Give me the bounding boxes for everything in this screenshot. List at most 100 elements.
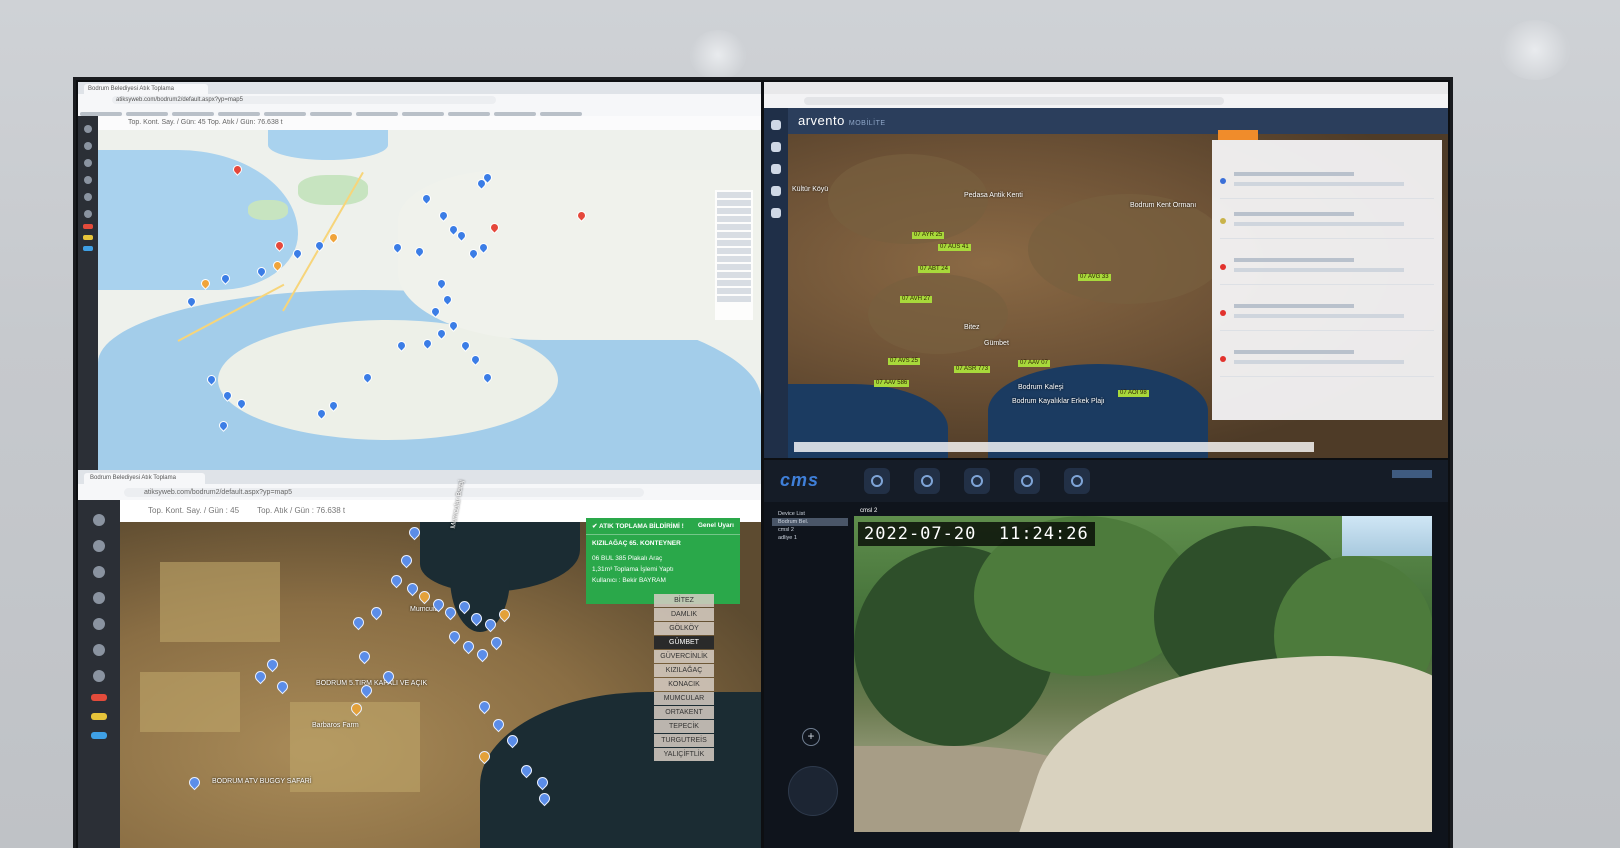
container-marker[interactable]: [254, 670, 267, 683]
street-map[interactable]: [98, 130, 761, 470]
status-blue-icon[interactable]: [91, 732, 107, 739]
notification-user: Kullanıcı : Bekir BAYRAM: [592, 577, 666, 584]
list-item[interactable]: [1220, 166, 1434, 199]
menu-icon[interactable]: [771, 120, 781, 130]
vehicle-marker[interactable]: 07 AVH 27: [900, 296, 933, 303]
stats-bar: Top. Kont. Say. / Gün: 45 Top. Atık / Gü…: [98, 116, 761, 130]
container-marker[interactable]: [418, 590, 431, 603]
map-icon[interactable]: [84, 159, 92, 167]
map-status-bar: [794, 442, 1314, 452]
container-marker[interactable]: [462, 640, 475, 653]
user-icon[interactable]: [84, 125, 92, 133]
collection-notification[interactable]: ✔ ATIK TOPLAMA BİLDİRİMİ ! Genel Uyarı K…: [586, 518, 740, 604]
status-yellow-icon[interactable]: [91, 713, 107, 720]
avatar-icon[interactable]: [93, 540, 105, 552]
district-list: BİTEZ DAMLIK GÖLKÖY GÜMBET GÜVERCİNLİK K…: [654, 594, 714, 762]
layers-icon[interactable]: [771, 186, 781, 196]
district-item[interactable]: TEPECİK: [654, 720, 714, 733]
place-label: BODRUM 5.TIRM KAPALI VE AÇIK: [316, 680, 428, 687]
panel-tab[interactable]: [1218, 130, 1258, 140]
notification-action[interactable]: Genel Uyarı: [698, 522, 734, 529]
box-icon[interactable]: [84, 176, 92, 184]
container-marker[interactable]: [352, 616, 365, 629]
district-item[interactable]: KIZILAĞAÇ: [654, 664, 714, 677]
status-red-icon[interactable]: [91, 694, 107, 701]
avatar-icon[interactable]: [84, 142, 92, 150]
playback-button[interactable]: [914, 468, 940, 494]
container-marker[interactable]: [390, 574, 403, 587]
screen-cms-camera: cms Device List Bodrum Bel. cmsl 2 adliy…: [764, 460, 1448, 848]
vehicle-marker[interactable]: 07 AYR 25: [912, 232, 945, 239]
lock-button[interactable]: [1064, 468, 1090, 494]
vehicle-marker[interactable]: 07 AVG 33: [1078, 274, 1111, 281]
browser-tab[interactable]: Bodrum Belediyesi Atık Toplama: [84, 84, 208, 94]
list-item[interactable]: [1220, 298, 1434, 331]
check-icon: ✔: [592, 523, 598, 530]
vehicle-marker[interactable]: 07 AOI 98: [1118, 390, 1149, 397]
container-marker[interactable]: [400, 554, 413, 567]
district-item[interactable]: BİTEZ: [654, 594, 714, 607]
ptz-control[interactable]: [788, 766, 838, 816]
browser-tabs: [764, 82, 1448, 94]
container-marker[interactable]: [358, 650, 371, 663]
container-marker[interactable]: [448, 630, 461, 643]
container-marker[interactable]: [490, 636, 503, 649]
trash-icon[interactable]: [84, 210, 92, 218]
list-item[interactable]: [1220, 206, 1434, 239]
container-marker[interactable]: [266, 658, 279, 671]
address-bar[interactable]: atiksyweb.com/bodrum2/default.aspx?yp=ma…: [112, 96, 496, 104]
vehicle-marker[interactable]: 07 ASR 773: [954, 366, 991, 373]
settings-icon[interactable]: [771, 208, 781, 218]
container-marker[interactable]: [492, 718, 505, 731]
district-item[interactable]: TURGUTREİS: [654, 734, 714, 747]
globe-icon[interactable]: [771, 164, 781, 174]
status-red-icon[interactable]: [83, 224, 93, 229]
district-item[interactable]: DAMLIK: [654, 608, 714, 621]
container-marker[interactable]: [476, 648, 489, 661]
browser-tab[interactable]: Bodrum Belediyesi Atık Toplama: [84, 473, 205, 484]
status-yellow-icon[interactable]: [83, 235, 93, 240]
box-icon[interactable]: [93, 592, 105, 604]
add-button[interactable]: +: [802, 728, 820, 746]
vehicle-marker[interactable]: 07 AUS 41: [938, 244, 971, 251]
camera-feed[interactable]: 2022-07-20 11:24:26: [854, 516, 1432, 832]
chart-icon[interactable]: [93, 644, 105, 656]
settings-button[interactable]: [1014, 468, 1040, 494]
container-marker[interactable]: [370, 606, 383, 619]
pie-icon[interactable]: [93, 618, 105, 630]
dashboard-icon[interactable]: [771, 142, 781, 152]
report-button[interactable]: [964, 468, 990, 494]
district-item[interactable]: GÖLKÖY: [654, 622, 714, 635]
district-item[interactable]: KONACIK: [654, 678, 714, 691]
tree-item[interactable]: cmsl 2: [772, 526, 848, 534]
list-item[interactable]: [1220, 344, 1434, 377]
device-tree: Device List Bodrum Bel. cmsl 2 adliye 1: [772, 510, 848, 542]
chart-icon[interactable]: [84, 193, 92, 201]
status-blue-icon[interactable]: [83, 246, 93, 251]
address-bar[interactable]: [804, 97, 1224, 105]
district-item[interactable]: ORTAKENT: [654, 706, 714, 719]
vehicle-marker[interactable]: 07 ABT 24: [918, 266, 950, 273]
tree-item[interactable]: adliye 1: [772, 534, 848, 542]
container-marker[interactable]: [478, 700, 491, 713]
vehicle-marker[interactable]: 07 AVS 25: [888, 358, 920, 365]
tree-root[interactable]: Device List: [772, 510, 848, 518]
container-marker[interactable]: [188, 776, 201, 789]
district-item[interactable]: GÜVERCİNLİK: [654, 650, 714, 663]
vehicle-marker[interactable]: 07 AAV 586: [874, 380, 910, 387]
district-item[interactable]: YALIÇİFTLİK: [654, 748, 714, 761]
list-item[interactable]: [1220, 252, 1434, 285]
live-view-button[interactable]: [864, 468, 890, 494]
district-item-selected[interactable]: GÜMBET: [654, 636, 714, 649]
district-item[interactable]: MUMCULAR: [654, 692, 714, 705]
user-icon[interactable]: [93, 514, 105, 526]
address-bar[interactable]: atiksyweb.com/bodrum2/default.aspx?yp=ma…: [124, 488, 644, 497]
container-marker[interactable]: [408, 526, 421, 539]
container-marker[interactable]: [276, 680, 289, 693]
vehicle-marker[interactable]: 07 AAV 07: [1018, 360, 1050, 367]
trash-icon[interactable]: [93, 670, 105, 682]
container-marker[interactable]: [406, 582, 419, 595]
tree-item[interactable]: Bodrum Bel.: [772, 518, 848, 526]
notification-vehicle: 06 BUL 385 Plakalı Araç: [592, 555, 663, 562]
map-icon[interactable]: [93, 566, 105, 578]
